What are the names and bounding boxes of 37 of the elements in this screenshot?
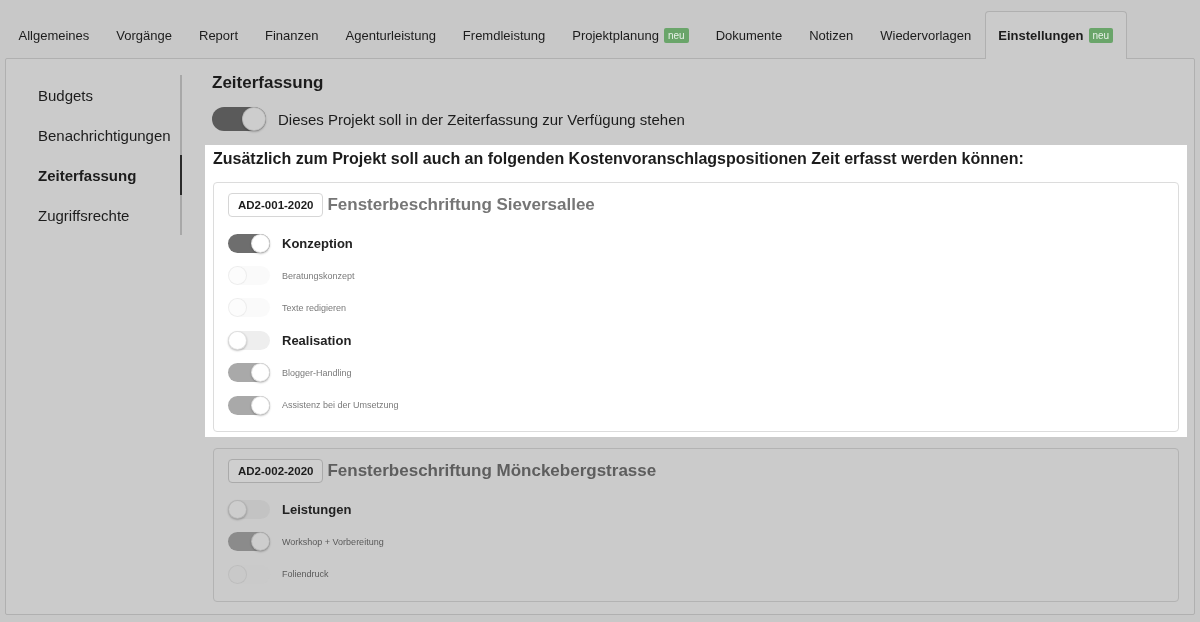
toggle-switch[interactable] (228, 330, 270, 350)
tab[interactable]: Notizen (795, 11, 867, 59)
sidebar-item[interactable]: Zugriffsrechte (6, 195, 182, 235)
group-label: Konzeption (282, 235, 353, 251)
tab[interactable]: Projektplanung neu (558, 11, 703, 59)
position-title: Fensterbeschriftung Mönckebergstrasse (327, 461, 657, 482)
sidebar-item[interactable]: Budgets (6, 75, 182, 115)
tab[interactable]: Finanzen (251, 11, 332, 59)
new-badge: neu (1088, 28, 1114, 43)
tab[interactable]: Dokumente (702, 11, 796, 59)
group-label: Leistungen (282, 502, 352, 518)
tab[interactable]: Agenturleistung (332, 11, 450, 59)
toggle-switch[interactable] (212, 107, 266, 131)
option-label: Beratungskonzept (282, 270, 355, 281)
option-label: Workshop + Vorbereitung (282, 536, 384, 547)
section-title: Zeiterfassung (212, 73, 325, 93)
option-label: Blogger-Handling (282, 367, 352, 378)
toggle-label: Dieses Projekt soll in der Zeiterfassung zur Verfügung stehen (278, 110, 685, 128)
toggle-switch[interactable] (228, 500, 270, 520)
position-number: AD2-002-2020 (228, 459, 324, 484)
group-label: Realisation (282, 332, 352, 348)
tab[interactable]: Vorgänge (102, 11, 186, 59)
option-label: Assistenz bei der Umsetzung (282, 400, 399, 411)
tab[interactable]: Einstellungen neu (984, 11, 1127, 59)
sidebar-item[interactable]: Zeiterfassung (6, 155, 182, 195)
option-label: Foliendruck (282, 569, 329, 580)
tab[interactable]: Fremdleistung (449, 11, 559, 59)
position-title: Fensterbeschriftung Sieversallee (327, 195, 595, 215)
tab[interactable]: Allgemeines (5, 11, 103, 59)
sidebar-item[interactable]: Benachrichtigungen (6, 115, 182, 155)
position-number: AD2-001-2020 (228, 193, 324, 217)
toggle-switch[interactable] (228, 233, 270, 253)
positions-heading: Zusätzlich zum Projekt soll auch an folgenden Kostenvoranschlagspositionen Zeit erfasst werden können: (213, 150, 1025, 168)
new-badge: neu (663, 28, 689, 43)
option-label: Texte redigieren (282, 302, 347, 313)
tab[interactable]: Report (185, 11, 252, 59)
tab[interactable]: Wiedervorlagen (866, 11, 985, 59)
